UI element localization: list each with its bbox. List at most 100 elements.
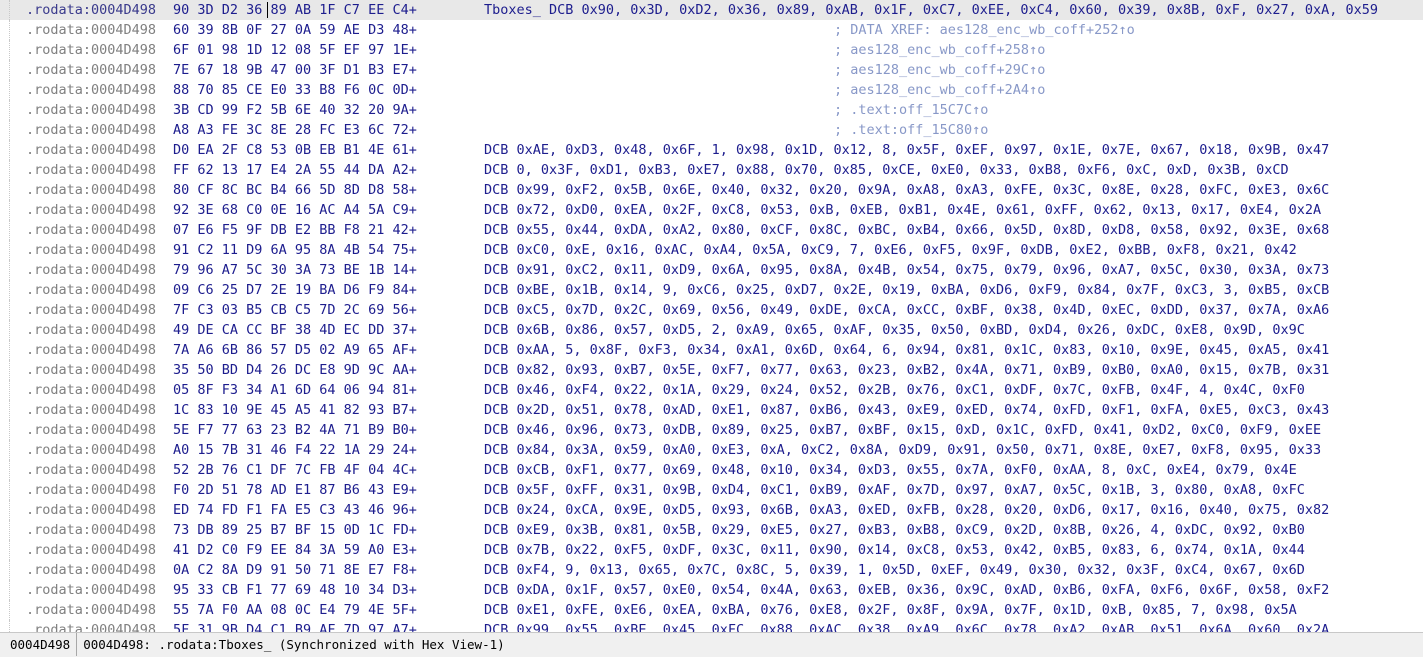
line-bytes: 07 E6 F5 9F DB E2 BB F8 21 42+ — [173, 222, 417, 238]
xref-comment[interactable]: ; aes128_enc_wb_coff+29C↑o — [484, 60, 1045, 80]
xref-comment[interactable]: ; aes128_enc_wb_coff+2A4↑o — [484, 80, 1045, 100]
line-instruction: DCB 0xDA, 0x1F, 0x57, 0xE0, 0x54, 0x4A, … — [484, 582, 1330, 598]
line-bytes: 41 D2 C0 F9 EE 84 3A 59 A0 E3+ — [173, 542, 417, 558]
listing-line[interactable]: .rodata:0004D498 D0 EA 2F C8 53 0B EB B1 … — [0, 140, 1423, 160]
line-address: .rodata:0004D498 — [26, 122, 157, 138]
listing-line[interactable]: .rodata:0004D498 95 33 CB F1 77 69 48 10 … — [0, 580, 1423, 600]
listing-line[interactable]: .rodata:0004D498 FF 62 13 17 E4 2A 55 44 … — [0, 160, 1423, 180]
listing-line[interactable]: .rodata:0004D498 A8 A3 FE 3C 8E 28 FC E3 … — [0, 120, 1423, 140]
listing-line[interactable]: .rodata:0004D498 A0 15 7B 31 46 F4 22 1A … — [0, 440, 1423, 460]
line-instruction: DCB 0x2D, 0x51, 0x78, 0xAD, 0xE1, 0x87, … — [484, 402, 1330, 418]
line-address: .rodata:0004D498 — [26, 182, 157, 198]
line-bytes: 35 50 BD D4 26 DC E8 9D 9C AA+ — [173, 362, 417, 378]
line-bytes: 92 3E 68 C0 0E 16 AC A4 5A C9+ — [173, 202, 417, 218]
listing-line[interactable]: .rodata:0004D498 52 2B 76 C1 DF 7C FB 4F … — [0, 460, 1423, 480]
listing-line[interactable]: .rodata:0004D498 5F 31 9B D4 C1 B9 AF 7D … — [0, 620, 1423, 632]
line-bytes: 09 C6 25 D7 2E 19 BA D6 F9 84+ — [173, 282, 417, 298]
status-offset: 0004D498 — [0, 633, 78, 656]
listing-line[interactable]: .rodata:0004D498 3B CD 99 F2 5B 6E 40 32 … — [0, 100, 1423, 120]
line-bytes: 7E 67 18 9B 47 00 3F D1 B3 E7+ — [173, 62, 417, 78]
line-address: .rodata:0004D498 — [26, 202, 157, 218]
listing-line[interactable]: .rodata:0004D498 6F 01 98 1D 12 08 5F EF … — [0, 40, 1423, 60]
listing-line[interactable]: .rodata:0004D498 05 8F F3 34 A1 6D 64 06 … — [0, 380, 1423, 400]
line-bytes: ED 74 FD F1 FA E5 C3 43 46 96+ — [173, 502, 417, 518]
listing-line[interactable]: .rodata:0004D498 09 C6 25 D7 2E 19 BA D6 … — [0, 280, 1423, 300]
line-address: .rodata:0004D498 — [26, 422, 157, 438]
line-address: .rodata:0004D498 — [26, 442, 157, 458]
listing-line[interactable]: .rodata:0004D498 79 96 A7 5C 30 3A 73 BE … — [0, 260, 1423, 280]
line-address: .rodata:0004D498 — [26, 402, 157, 418]
line-instruction: DCB 0x84, 0x3A, 0x59, 0xA0, 0xE3, 0xA, 0… — [484, 442, 1322, 458]
line-instruction: DCB 0x46, 0x96, 0x73, 0xDB, 0x89, 0x25, … — [484, 422, 1322, 438]
listing-line[interactable]: .rodata:0004D498 91 C2 11 D9 6A 95 8A 4B … — [0, 240, 1423, 260]
line-bytes: 91 C2 11 D9 6A 95 8A 4B 54 75+ — [173, 242, 417, 258]
text-cursor — [267, 2, 268, 18]
line-bytes: 80 CF 8C BC B4 66 5D 8D D8 58+ — [173, 182, 417, 198]
line-bytes: FF 62 13 17 E4 2A 55 44 DA A2+ — [173, 162, 417, 178]
line-bytes: 3B CD 99 F2 5B 6E 40 32 20 9A+ — [173, 102, 417, 118]
xref-comment[interactable]: ; .text:off_15C80↑o — [484, 120, 988, 140]
line-instruction: DCB 0xF4, 9, 0x13, 0x65, 0x7C, 0x8C, 5, … — [484, 562, 1305, 578]
listing-line[interactable]: .rodata:0004D498 1C 83 10 9E 45 A5 41 82 … — [0, 400, 1423, 420]
xref-comment[interactable]: ; aes128_enc_wb_coff+258↑o — [484, 40, 1045, 60]
line-address: .rodata:0004D498 — [26, 142, 157, 158]
line-address: .rodata:0004D498 — [26, 602, 157, 618]
line-address: .rodata:0004D498 — [26, 482, 157, 498]
line-address: .rodata:0004D498 — [26, 42, 157, 58]
listing-line-current[interactable]: .rodata:0004D498 90 3D D2 36 89 AB 1F C7 … — [0, 0, 1423, 20]
line-bytes: A0 15 7B 31 46 F4 22 1A 29 24+ — [173, 442, 417, 458]
line-instruction: DCB 0x7B, 0x22, 0xF5, 0xDF, 0x3C, 0x11, … — [484, 542, 1305, 558]
line-bytes: 0A C2 8A D9 91 50 71 8E E7 F8+ — [173, 562, 417, 578]
line-instruction: DCB 0x72, 0xD0, 0xEA, 0x2F, 0xC8, 0x53, … — [484, 202, 1322, 218]
line-bytes: 1C 83 10 9E 45 A5 41 82 93 B7+ — [173, 402, 417, 418]
xref-comment[interactable]: ; DATA XREF: aes128_enc_wb_coff+252↑o — [484, 20, 1135, 40]
line-bytes: 95 33 CB F1 77 69 48 10 34 D3+ — [173, 582, 417, 598]
line-instruction: DCB 0x55, 0x44, 0xDA, 0xA2, 0x80, 0xCF, … — [484, 222, 1330, 238]
listing-line[interactable]: .rodata:0004D498 80 CF 8C BC B4 66 5D 8D … — [0, 180, 1423, 200]
xref-comment[interactable]: ; .text:off_15C7C↑o — [484, 100, 988, 120]
line-address: .rodata:0004D498 — [26, 522, 157, 538]
line-instruction: DCB 0x6B, 0x86, 0x57, 0xD5, 2, 0xA9, 0x6… — [484, 322, 1305, 338]
listing-line[interactable]: .rodata:0004D498 ED 74 FD F1 FA E5 C3 43 … — [0, 500, 1423, 520]
line-address: .rodata:0004D498 — [26, 162, 157, 178]
line-instruction: DCB 0, 0x3F, 0xD1, 0xB3, 0xE7, 0x88, 0x7… — [484, 162, 1289, 178]
line-address: .rodata:0004D498 — [26, 22, 157, 38]
listing-line[interactable]: .rodata:0004D498 88 70 85 CE E0 33 B8 F6 … — [0, 80, 1423, 100]
line-bytes: 49 DE CA CC BF 38 4D EC DD 37+ — [173, 322, 417, 338]
listing-line[interactable]: .rodata:0004D498 F0 2D 51 78 AD E1 87 B6 … — [0, 480, 1423, 500]
listing-line[interactable]: .rodata:0004D498 49 DE CA CC BF 38 4D EC … — [0, 320, 1423, 340]
status-location: 0004D498: .rodata:Tboxes_ (Synchronized … — [83, 637, 505, 652]
line-bytes: 5E F7 77 63 23 B2 4A 71 B9 B0+ — [173, 422, 417, 438]
line-address: .rodata:0004D498 — [26, 622, 157, 632]
listing-line[interactable]: .rodata:0004D498 92 3E 68 C0 0E 16 AC A4 … — [0, 200, 1423, 220]
listing-line[interactable]: .rodata:0004D498 41 D2 C0 F9 EE 84 3A 59 … — [0, 540, 1423, 560]
listing-line[interactable]: .rodata:0004D498 7E 67 18 9B 47 00 3F D1 … — [0, 60, 1423, 80]
line-address: .rodata:0004D498 — [26, 222, 157, 238]
line-address: .rodata:0004D498 — [26, 562, 157, 578]
listing-line[interactable]: .rodata:0004D498 5E F7 77 63 23 B2 4A 71 … — [0, 420, 1423, 440]
listing-line[interactable]: .rodata:0004D498 73 DB 89 25 B7 BF 15 0D … — [0, 520, 1423, 540]
listing-line[interactable]: .rodata:0004D498 7F C3 03 B5 CB C5 7D 2C … — [0, 300, 1423, 320]
line-address: .rodata:0004D498 — [26, 542, 157, 558]
listing-line[interactable]: .rodata:0004D498 60 39 8B 0F 27 0A 59 AE … — [0, 20, 1423, 40]
ida-disassembly-view[interactable]: .rodata:0004D498 90 3D D2 36 89 AB 1F C7 … — [0, 0, 1423, 632]
line-address: .rodata:0004D498 — [26, 242, 157, 258]
listing-line[interactable]: .rodata:0004D498 07 E6 F5 9F DB E2 BB F8 … — [0, 220, 1423, 240]
line-instruction: DCB 0xAE, 0xD3, 0x48, 0x6F, 1, 0x98, 0x1… — [484, 142, 1330, 158]
line-bytes: 7A A6 6B 86 57 D5 02 A9 65 AF+ — [173, 342, 417, 358]
line-instruction: DCB 0x46, 0xF4, 0x22, 0x1A, 0x29, 0x24, … — [484, 382, 1305, 398]
listing-line[interactable]: .rodata:0004D498 35 50 BD D4 26 DC E8 9D … — [0, 360, 1423, 380]
line-instruction: DCB 0x5F, 0xFF, 0x31, 0x9B, 0xD4, 0xC1, … — [484, 482, 1305, 498]
line-bytes: 05 8F F3 34 A1 6D 64 06 94 81+ — [173, 382, 417, 398]
listing-line[interactable]: .rodata:0004D498 7A A6 6B 86 57 D5 02 A9 … — [0, 340, 1423, 360]
line-instruction: Tboxes_ DCB 0x90, 0x3D, 0xD2, 0x36, 0x89… — [484, 2, 1379, 18]
line-bytes: 6F 01 98 1D 12 08 5F EF 97 1E+ — [173, 42, 417, 58]
line-instruction: DCB 0x91, 0xC2, 0x11, 0xD9, 0x6A, 0x95, … — [484, 262, 1330, 278]
line-bytes: 52 2B 76 C1 DF 7C FB 4F 04 4C+ — [173, 462, 417, 478]
listing-line[interactable]: .rodata:0004D498 0A C2 8A D9 91 50 71 8E … — [0, 560, 1423, 580]
line-instruction: DCB 0xE1, 0xFE, 0xE6, 0xEA, 0xBA, 0x76, … — [484, 602, 1297, 618]
line-bytes: A8 A3 FE 3C 8E 28 FC E3 6C 72+ — [173, 122, 417, 138]
line-address: .rodata:0004D498 — [26, 282, 157, 298]
listing-line[interactable]: .rodata:0004D498 55 7A F0 AA 08 0C E4 79 … — [0, 600, 1423, 620]
line-bytes: 79 96 A7 5C 30 3A 73 BE 1B 14+ — [173, 262, 417, 278]
